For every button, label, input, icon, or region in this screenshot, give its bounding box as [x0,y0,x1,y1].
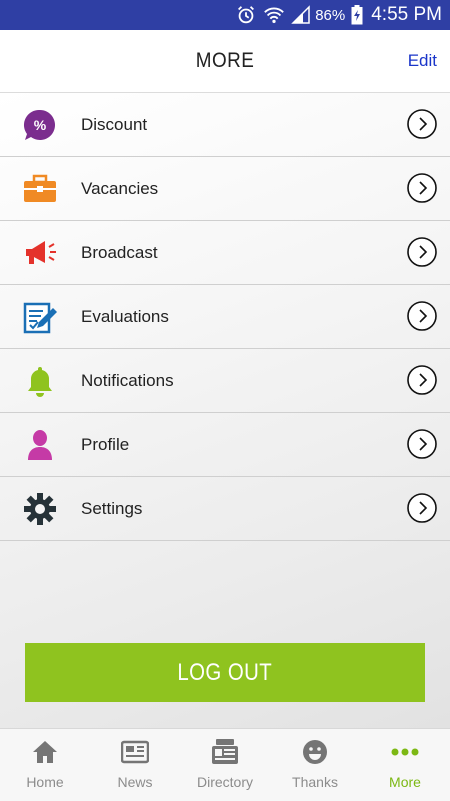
megaphone-icon [22,235,58,271]
wifi-icon [263,5,285,25]
tab-label: Directory [196,774,253,790]
menu-item-evaluations[interactable]: Evaluations [0,285,450,349]
tab-label: Home [26,774,64,790]
logout-label: LOG OUT [177,658,273,686]
menu-item-label: Vacancies [81,179,159,198]
briefcase-icon [22,171,58,207]
chevron-right-icon[interactable] [407,301,437,331]
menu-item-label: Broadcast [81,243,158,262]
menu-item-vacancies[interactable]: Vacancies [0,157,450,221]
more-menu-list: % Discount Vacancies Broadcast Evaluatio… [0,93,450,541]
chevron-right-icon[interactable] [407,429,437,459]
menu-item-discount[interactable]: % Discount [0,93,450,157]
tab-more[interactable]: More [360,729,450,801]
chevron-right-icon[interactable] [407,493,437,523]
menu-item-profile[interactable]: Profile [0,413,450,477]
tab-thanks[interactable]: Thanks [270,729,360,801]
chevron-right-icon[interactable] [407,173,437,203]
menu-item-broadcast[interactable]: Broadcast [0,221,450,285]
more-dots-icon [391,738,419,766]
gear-icon [22,491,58,527]
tab-label: Thanks [292,774,338,790]
profile-icon [22,427,58,463]
tab-home[interactable]: Home [0,729,90,801]
menu-item-notifications[interactable]: Notifications [0,349,450,413]
signal-icon [291,5,311,25]
menu-item-label: Profile [81,435,130,454]
menu-item-label: Notifications [81,371,174,390]
battery-charging-icon [351,5,363,25]
chevron-right-icon[interactable] [407,365,437,395]
menu-item-label: Evaluations [81,307,169,326]
menu-item-label: Settings [81,499,143,518]
chevron-right-icon[interactable] [407,237,437,267]
chevron-right-icon[interactable] [407,109,437,139]
tab-label: More [389,774,421,790]
tab-news[interactable]: News [90,729,180,801]
menu-item-settings[interactable]: Settings [0,477,450,541]
bottom-tab-bar: Home News Directory Thanks More [0,728,450,801]
status-bar: 86% 4:55 PM [0,0,450,30]
bell-icon [22,363,58,399]
smiley-icon [301,738,329,766]
discount-icon: % [22,107,58,143]
header-bar: MORE Edit [0,30,450,93]
status-time: 4:55 PM [371,4,442,25]
menu-item-label: Discount [81,115,148,134]
newspaper-icon [121,738,149,766]
directory-icon [211,738,239,766]
evaluation-icon [22,299,58,335]
tab-label: News [117,774,153,790]
edit-button[interactable]: Edit [408,30,437,92]
svg-text:%: % [34,117,47,133]
page-title: MORE [195,49,255,72]
more-menu-panel: % Discount Vacancies Broadcast Evaluatio… [0,93,450,728]
tab-directory[interactable]: Directory [180,729,270,801]
battery-percentage: 86% [315,6,346,24]
alarm-icon [235,4,257,26]
logout-button[interactable]: LOG OUT [25,643,425,702]
home-icon [31,738,59,766]
